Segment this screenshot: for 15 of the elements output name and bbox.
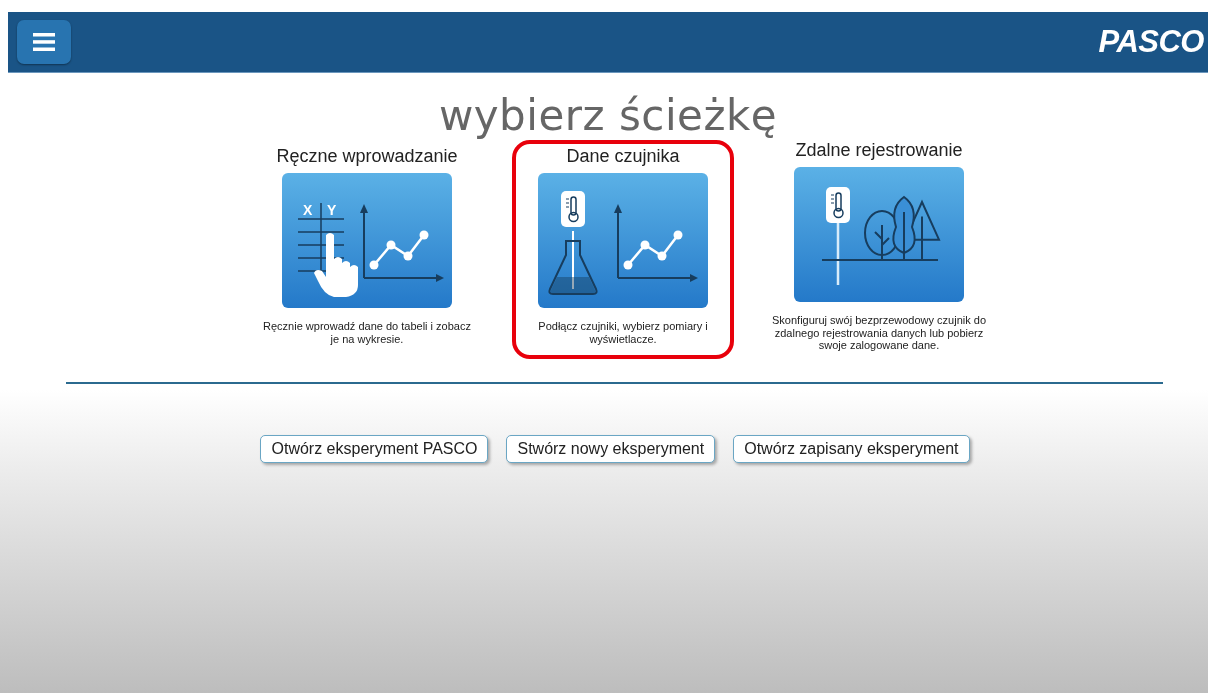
experiment-button[interactable]: Otwórz eksperyment PASCO xyxy=(260,434,489,463)
path-description: Ręcznie wprowadź dane do tabeli i zobacz je na wykresie. xyxy=(262,320,472,346)
experiment-button[interactable]: Stwórz nowy eksperyment xyxy=(506,434,716,463)
path-title: Dane czujnika xyxy=(566,146,680,167)
page-title: wybierz ścieżkę xyxy=(438,91,778,140)
menu-icon xyxy=(33,33,55,51)
remote-logging-tile[interactable] xyxy=(794,167,964,302)
path-description: Podłącz czujniki, wybierz pomiary i wyświetlacze. xyxy=(537,320,709,346)
experiment-button[interactable]: Otwórz zapisany eksperyment xyxy=(733,434,970,463)
path-description: Skonfiguruj swój bezprzewodowy czujnik do zdalnego rejestrowania danych lub pobierz swoje zalogowane dane. xyxy=(772,314,986,352)
menu-button[interactable] xyxy=(17,20,71,64)
path-title: Ręczne wprowadzanie xyxy=(276,146,458,167)
path-title: Zdalne rejestrowanie xyxy=(795,140,963,161)
sensor-data-tile[interactable] xyxy=(538,173,708,308)
logo[interactable]: PASCO xyxy=(1098,24,1204,60)
